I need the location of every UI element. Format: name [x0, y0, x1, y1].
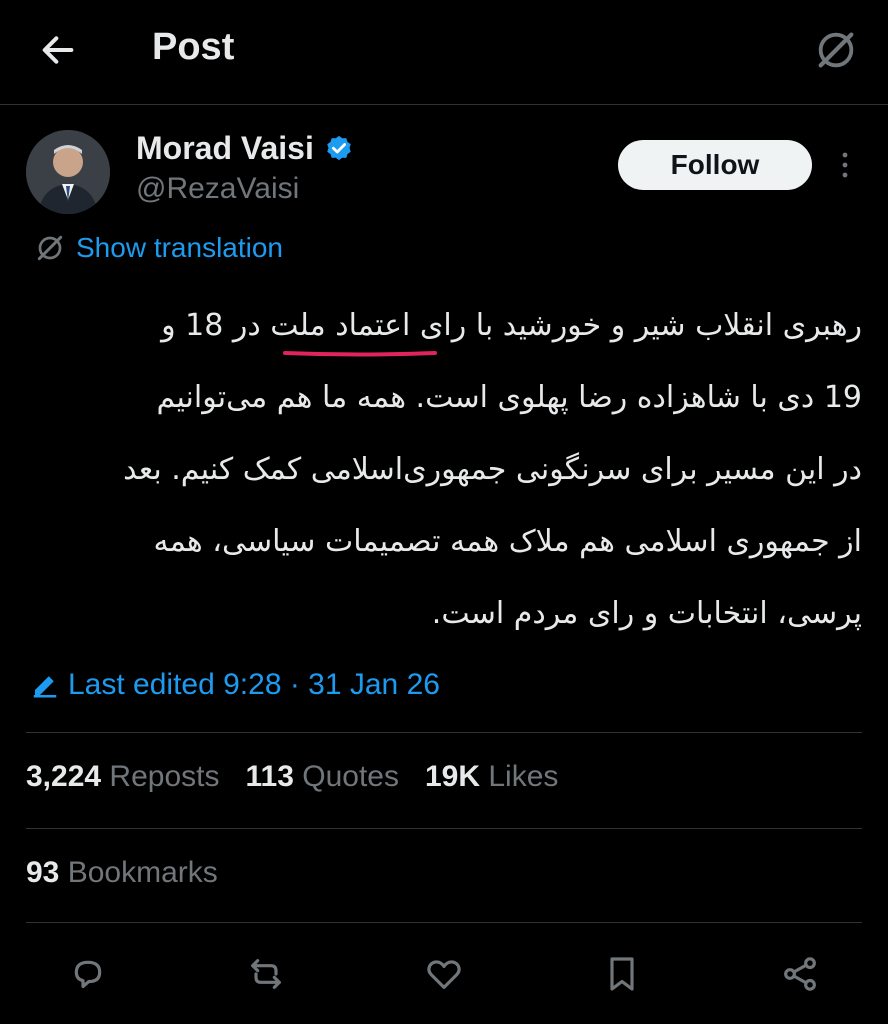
page-title: Post — [152, 26, 235, 68]
author-name[interactable]: Morad Vaisi — [136, 130, 314, 167]
show-translation-link[interactable]: Show translation — [34, 232, 283, 264]
quotes-label: Quotes — [302, 760, 399, 793]
bookmark-button[interactable] — [598, 950, 646, 998]
like-icon — [427, 960, 461, 989]
red-underline-annotation — [283, 351, 437, 357]
bookmarks-count: 93 — [26, 856, 60, 889]
pencil-icon — [33, 676, 57, 698]
divider — [26, 828, 862, 829]
author-handle[interactable]: @RezaVaisi — [136, 172, 299, 206]
tweet-line: در این مسیر برای سرنگونی جمهوری‌اسلامی ک… — [123, 452, 862, 487]
share-button[interactable] — [776, 950, 824, 998]
back-button[interactable] — [36, 28, 80, 72]
divider — [26, 732, 862, 733]
reply-button[interactable] — [64, 950, 112, 998]
tweet-text: رهبری انقلاب شیر و خورشید با رای اعتماد … — [34, 290, 862, 650]
reposts-stat[interactable]: 3,224 Reposts — [26, 760, 219, 794]
top-bar: Post — [0, 0, 888, 105]
reposts-label: Reposts — [109, 760, 220, 793]
last-edited-label: Last edited 9:28 · 31 Jan 26 — [68, 668, 440, 701]
more-vertical-icon — [842, 152, 848, 178]
likes-count: 19K — [424, 760, 481, 793]
bookmarks-stat[interactable]: 93 Bookmarks — [26, 856, 218, 890]
arrow-left-icon — [42, 36, 74, 64]
grok-icon — [818, 32, 854, 68]
author-name-row: Morad Vaisi — [136, 130, 354, 167]
tweet-line: پرسی، انتخابات و رای مردم است. — [431, 596, 862, 631]
more-options-button[interactable] — [832, 148, 858, 182]
action-bar — [0, 940, 888, 1004]
reply-icon — [74, 960, 102, 989]
quotes-stat[interactable]: 113 Quotes — [245, 760, 398, 794]
verified-badge-icon — [327, 135, 351, 160]
grok-button[interactable] — [810, 24, 862, 76]
tweet-line: از جمهوری اسلامی هم ملاک همه تصمیمات سیا… — [153, 524, 863, 559]
likes-label: Likes — [488, 760, 559, 793]
avatar-photo — [26, 130, 110, 214]
quotes-count: 113 — [245, 760, 294, 793]
bookmark-icon — [610, 957, 634, 991]
last-edited-link[interactable]: Last edited 9:28 · 31 Jan 26 — [30, 668, 440, 702]
grok-icon — [37, 235, 63, 261]
show-translation-label: Show translation — [76, 232, 284, 263]
avatar[interactable] — [26, 130, 110, 214]
likes-stat[interactable]: 19K Likes — [425, 760, 558, 794]
bookmarks-label: Bookmarks — [67, 856, 218, 889]
repost-icon — [251, 959, 281, 989]
divider — [26, 922, 862, 923]
tweet-line: 19 دی با شاهزاده رضا پهلوی است. همه ما ه… — [156, 380, 862, 415]
share-icon — [784, 957, 816, 991]
tweet-line: رهبری انقلاب شیر و خورشید با رای اعتماد … — [161, 308, 862, 343]
follow-button[interactable]: Follow — [618, 140, 812, 190]
reposts-count: 3,224 — [26, 760, 102, 793]
engagement-stats: 3,224 Reposts 113 Quotes 19K Likes — [26, 760, 558, 794]
repost-button[interactable] — [242, 950, 290, 998]
like-button[interactable] — [420, 950, 468, 998]
